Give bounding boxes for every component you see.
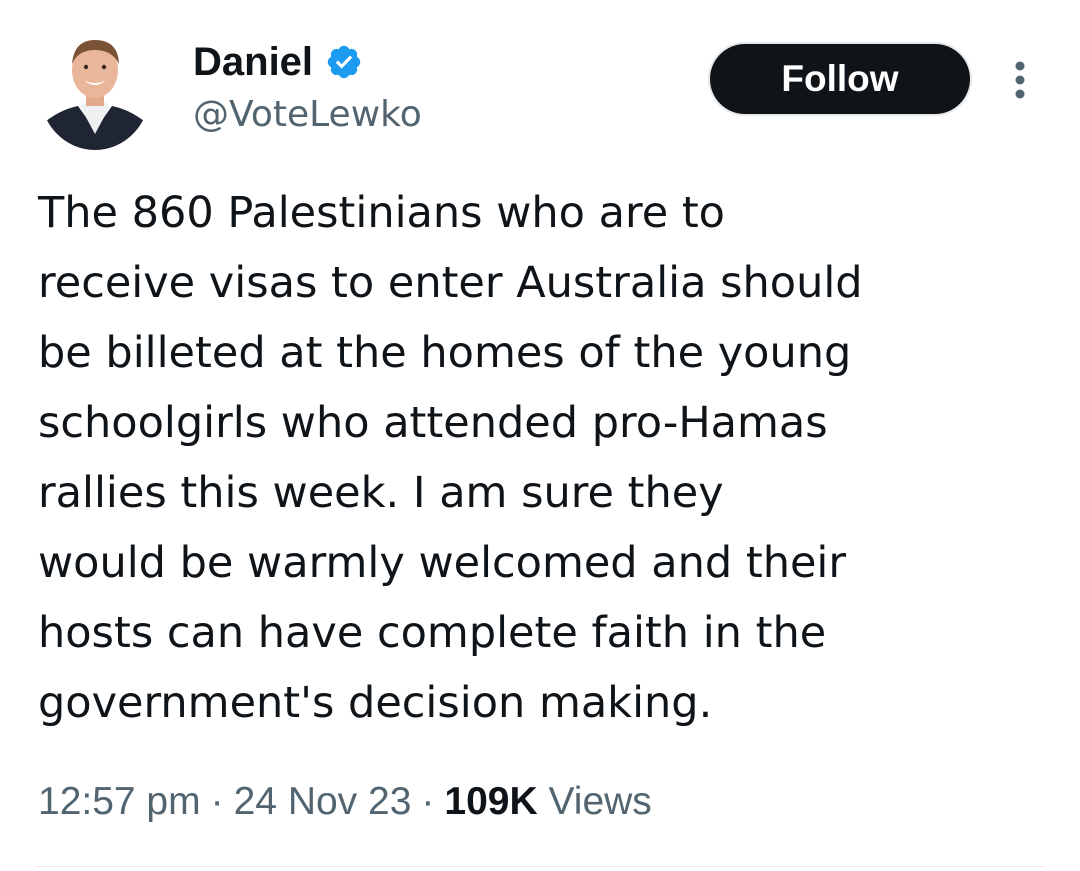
profile-photo: [40, 34, 150, 150]
tweet-line: would be warmly welcomed and their: [38, 538, 847, 588]
tweet-meta: 12:57 pm · 24 Nov 23 · 109K Views: [38, 776, 652, 828]
follow-button[interactable]: Follow: [710, 44, 970, 114]
meta-separator: ·: [210, 780, 224, 823]
author-display-name[interactable]: Daniel: [193, 38, 363, 86]
verified-badge-icon[interactable]: [325, 43, 363, 81]
meta-separator: ·: [421, 780, 435, 823]
tweet-line: schoolgirls who attended pro-Hamas: [38, 398, 828, 448]
avatar[interactable]: [40, 34, 150, 150]
tweet-line: government's decision making.: [38, 678, 713, 728]
tweet-line: hosts can have complete faith in the: [38, 608, 827, 658]
author-handle[interactable]: @VoteLewko: [193, 92, 422, 138]
tweet-text: The 860 Palestinians who are to receive …: [38, 178, 1038, 738]
tweet-line: be billeted at the homes of the young: [38, 328, 852, 378]
tweet-line: receive visas to enter Australia should: [38, 258, 863, 308]
more-options-icon[interactable]: [1008, 58, 1032, 102]
divider: [36, 866, 1044, 867]
tweet-line: The 860 Palestinians who are to: [38, 188, 725, 238]
views-label[interactable]: Views: [548, 780, 651, 823]
display-name-text: Daniel: [193, 40, 314, 84]
tweet-line: rallies this week. I am sure they: [38, 468, 724, 518]
views-count[interactable]: 109K: [444, 780, 537, 823]
tweet-date[interactable]: 24 Nov 23: [234, 780, 412, 823]
tweet-time[interactable]: 12:57 pm: [38, 780, 201, 823]
